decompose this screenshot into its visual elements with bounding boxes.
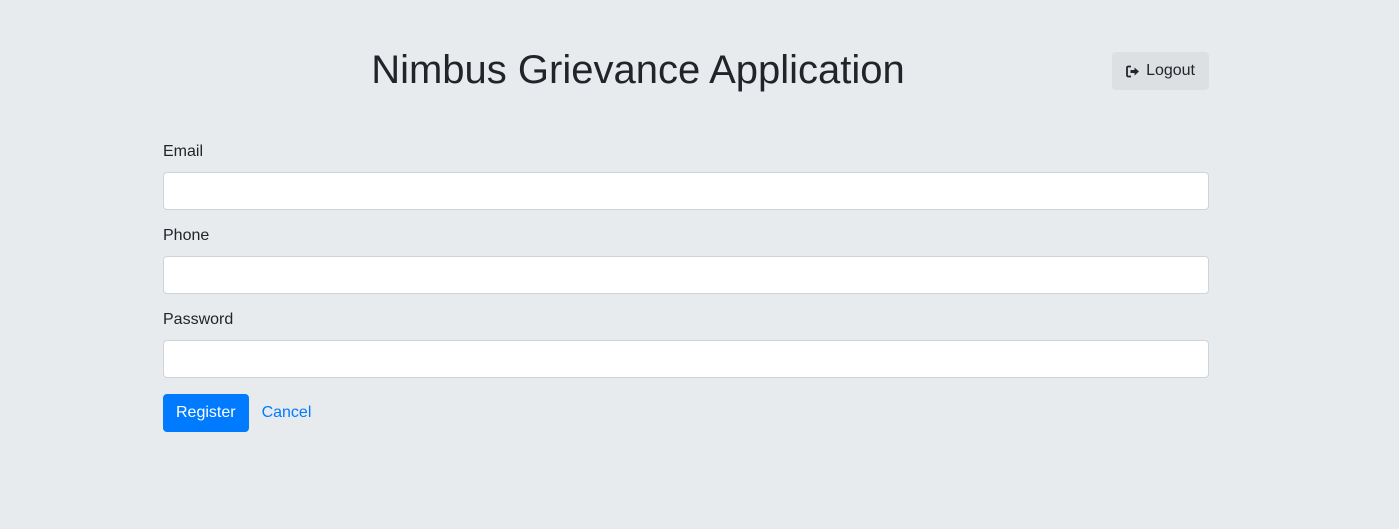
cancel-link[interactable]: Cancel (262, 404, 312, 422)
phone-field[interactable] (163, 256, 1209, 294)
email-group: Email (163, 142, 1209, 210)
password-label: Password (163, 311, 234, 328)
sign-out-icon (1126, 65, 1140, 78)
phone-group: Phone (163, 226, 1209, 294)
header: Nimbus Grievance Application Logout (163, 40, 1209, 104)
form-actions: Register Cancel (163, 394, 1209, 432)
email-field[interactable] (163, 172, 1209, 210)
logout-label: Logout (1146, 62, 1195, 79)
page-title: Nimbus Grievance Application (371, 48, 905, 92)
page: Nimbus Grievance Application Logout Emai… (0, 0, 1399, 529)
password-group: Password (163, 310, 1209, 378)
email-label: Email (163, 143, 204, 160)
logout-button[interactable]: Logout (1112, 52, 1209, 90)
phone-label: Phone (163, 227, 210, 244)
register-button[interactable]: Register (163, 394, 249, 432)
registration-form: Email Phone Password Register Cancel (163, 142, 1209, 432)
password-field[interactable] (163, 340, 1209, 378)
